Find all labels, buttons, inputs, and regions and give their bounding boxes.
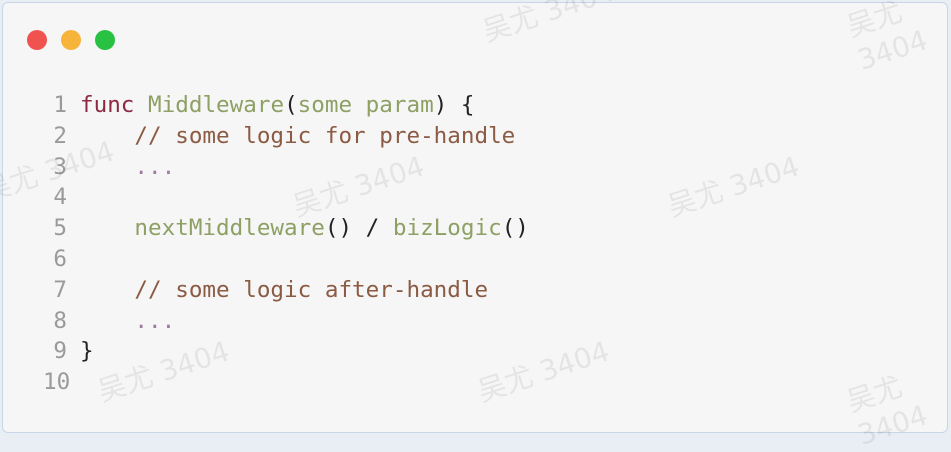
code-token: bizLogic [392,215,502,242]
code-token: () [501,215,529,242]
line-number: 5 [53,215,67,242]
code-token: () / [324,215,393,242]
code-token: // some logic for pre-handle [80,122,516,149]
code-line: 8 ... [43,306,529,337]
line-number: 9 [53,338,67,365]
code-token: ) { [433,92,475,118]
line-number: 1 [53,92,67,118]
line-number: 8 [53,307,67,334]
code-token: ... [80,307,176,334]
minimize-button[interactable] [61,30,81,50]
code-token: } [80,338,94,365]
code-line: 4 [43,182,529,213]
line-number: 4 [53,184,67,211]
code-token: some param [297,92,434,118]
code-token: ( [284,92,298,118]
code-token: func [80,92,135,118]
code-line: 5 nextMiddleware() / bizLogic() [43,213,529,244]
code-line: 7 // some logic after-handle [43,275,529,306]
code-token: ... [80,153,176,180]
line-number: 6 [53,245,67,272]
code-token: nextMiddleware [80,215,325,242]
close-button[interactable] [27,30,47,50]
code-line: 1 func Middleware(some param) { [43,90,529,121]
code-line: 6 [43,244,529,275]
line-number: 3 [53,153,67,180]
code-line: 10 [43,367,529,398]
code-window: 1 func Middleware(some param) { 2 // some … [2,2,948,433]
maximize-button[interactable] [95,30,115,50]
code-line: 3 ... [43,152,529,183]
code-block: 1 func Middleware(some param) { 2 // some … [43,90,529,398]
line-number: 2 [53,122,67,149]
code-line: 2 // some logic for pre-handle [43,121,529,152]
code-token: Middleware [148,92,285,118]
line-number: 10 [43,369,71,396]
code-line: 9} [43,336,529,367]
code-token: // some logic after-handle [80,276,489,303]
line-number: 7 [53,276,67,303]
